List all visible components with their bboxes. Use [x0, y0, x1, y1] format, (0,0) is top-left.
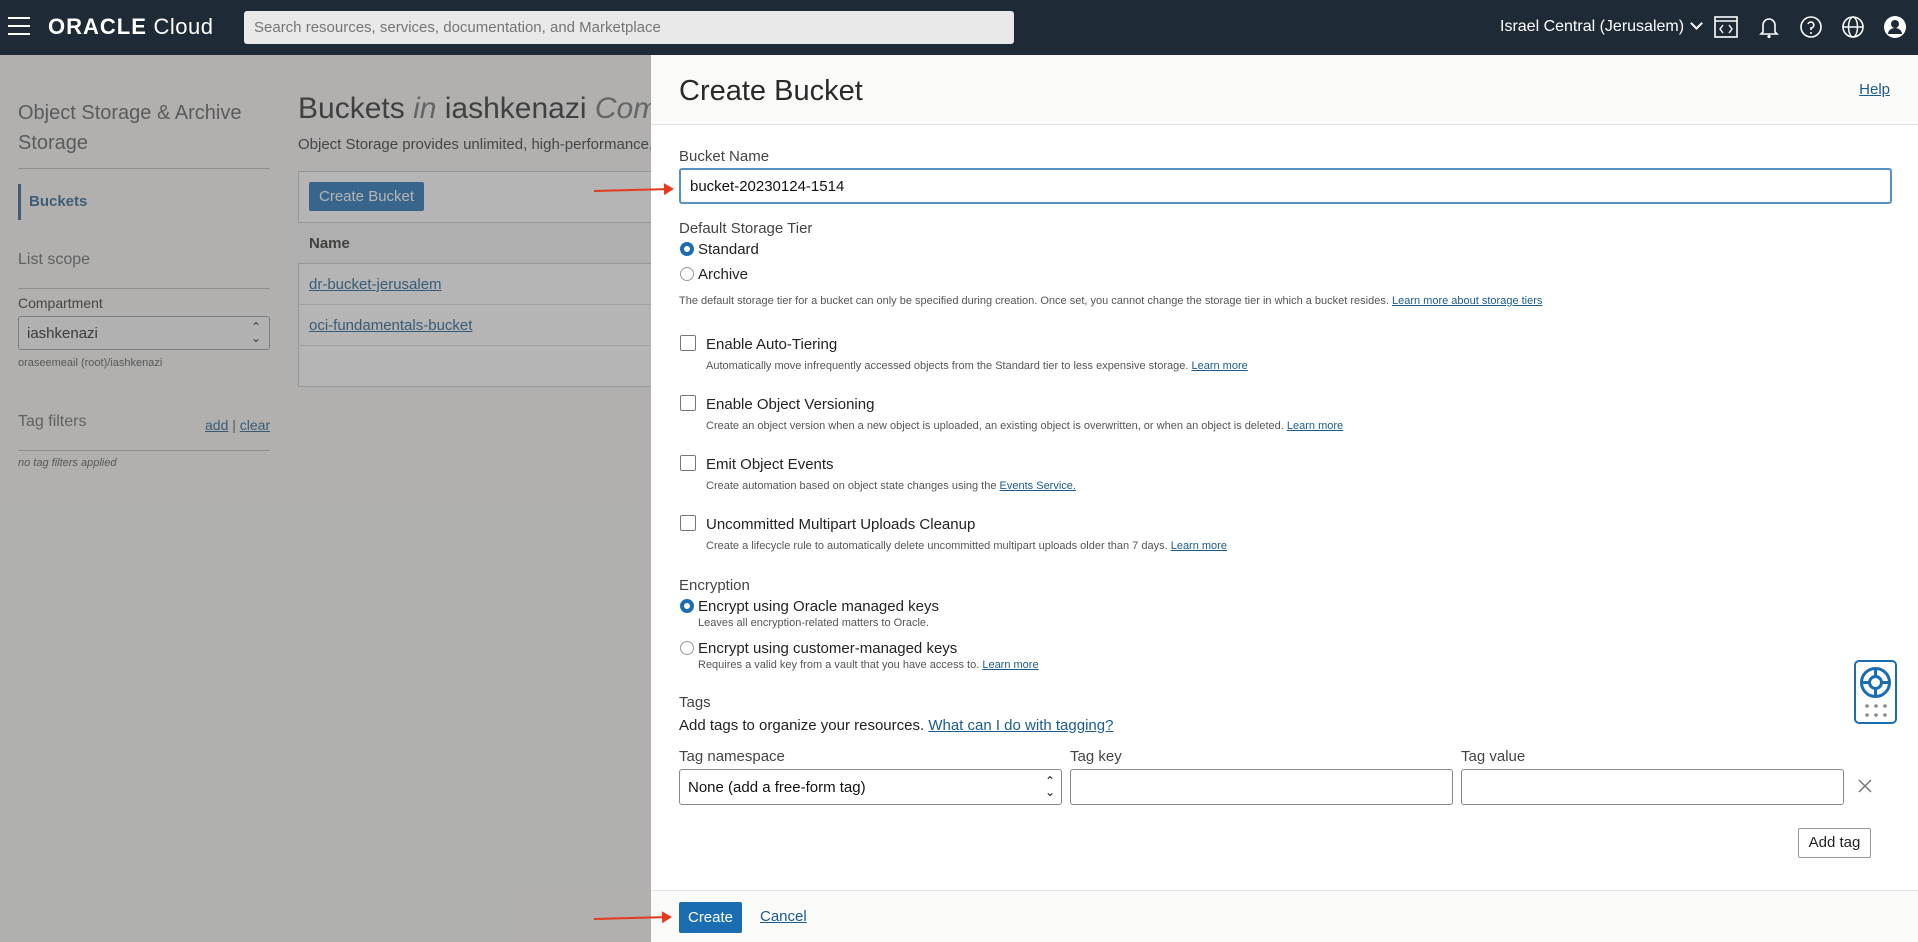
close-icon[interactable]: [1857, 778, 1873, 794]
learn-more-link[interactable]: Learn more: [982, 659, 1038, 671]
object-versioning-desc-text: Create an object version when a new obje…: [706, 420, 1284, 432]
top-navigation-bar: ORACLE Cloud Israel Central (Jerusalem): [0, 0, 1918, 55]
chevron-down-icon: [1690, 17, 1703, 30]
object-events-desc-text: Create automation based on object state …: [706, 480, 997, 492]
bell-icon[interactable]: [1756, 14, 1782, 40]
learn-more-link[interactable]: Learn more: [1287, 420, 1343, 432]
object-events-desc: Create automation based on object state …: [706, 480, 1076, 492]
learn-more-link[interactable]: Learn more: [1191, 360, 1247, 372]
region-selector[interactable]: Israel Central (Jerusalem): [1500, 17, 1703, 36]
encrypt-oracle-desc: Leaves all encryption-related matters to…: [698, 617, 930, 629]
brand-suffix: Cloud: [153, 14, 214, 39]
create-bucket-drawer: Create Bucket Help Bucket Name Default S…: [651, 55, 1918, 942]
object-versioning-label[interactable]: Enable Object Versioning: [706, 396, 874, 413]
encrypt-customer-desc-text: Requires a valid key from a vault that y…: [698, 659, 980, 671]
multipart-cleanup-desc-text: Create a lifecycle rule to automatically…: [706, 540, 1168, 552]
multipart-cleanup-checkbox[interactable]: [680, 515, 696, 531]
tier-standard-radio[interactable]: [680, 242, 694, 256]
tag-value-label: Tag value: [1461, 748, 1526, 765]
lifebuoy-icon: [1860, 667, 1891, 698]
tags-desc-text: Add tags to organize your resources.: [679, 717, 925, 734]
encrypt-customer-label[interactable]: Encrypt using customer-managed keys: [698, 640, 957, 657]
tag-namespace-label: Tag namespace: [679, 748, 785, 765]
help-icon[interactable]: [1798, 14, 1824, 40]
code-editor-icon[interactable]: [1713, 14, 1739, 40]
object-events-checkbox[interactable]: [680, 455, 696, 471]
tier-standard-label[interactable]: Standard: [698, 241, 759, 258]
object-versioning-desc: Create an object version when a new obje…: [706, 420, 1343, 432]
bucket-name-input[interactable]: [679, 168, 1892, 204]
multipart-cleanup-desc: Create a lifecycle rule to automatically…: [706, 540, 1227, 552]
encryption-label: Encryption: [679, 577, 750, 594]
storage-tiers-link[interactable]: Learn more about storage tiers: [1392, 295, 1542, 307]
object-versioning-checkbox[interactable]: [680, 395, 696, 411]
learn-more-link[interactable]: Learn more: [1171, 540, 1227, 552]
tier-archive-radio[interactable]: [680, 267, 694, 281]
cancel-link[interactable]: Cancel: [760, 908, 807, 925]
events-service-link[interactable]: Events Service.: [1000, 480, 1076, 492]
tags-label: Tags: [679, 694, 711, 711]
tags-desc: Add tags to organize your resources. Wha…: [679, 717, 1113, 734]
multipart-cleanup-label[interactable]: Uncommitted Multipart Uploads Cleanup: [706, 516, 975, 533]
brand-name: ORACLE: [48, 14, 147, 39]
encrypt-oracle-radio[interactable]: [680, 599, 694, 613]
globe-icon[interactable]: [1840, 14, 1866, 40]
modal-overlay[interactable]: [0, 55, 651, 942]
help-link[interactable]: Help: [1859, 81, 1890, 98]
hamburger-menu-icon[interactable]: [8, 17, 30, 37]
tag-key-label: Tag key: [1070, 748, 1122, 765]
encrypt-customer-desc: Requires a valid key from a vault that y…: [698, 659, 1039, 671]
drawer-title: Create Bucket: [679, 75, 863, 107]
auto-tiering-label[interactable]: Enable Auto-Tiering: [706, 336, 837, 353]
oracle-cloud-logo[interactable]: ORACLE Cloud: [48, 14, 214, 40]
drawer-header: Create Bucket Help: [651, 55, 1918, 125]
tag-namespace-value: None (add a free-form tag): [688, 779, 866, 796]
tag-value-input[interactable]: [1461, 769, 1844, 805]
tag-namespace-select[interactable]: None (add a free-form tag) ⌃ ⌄: [679, 769, 1062, 805]
drag-handle-icon[interactable]: [1864, 703, 1888, 719]
add-tag-button[interactable]: Add tag: [1798, 828, 1871, 858]
bucket-name-label: Bucket Name: [679, 148, 770, 165]
tag-key-input[interactable]: [1070, 769, 1453, 805]
tier-archive-label[interactable]: Archive: [698, 266, 748, 283]
help-widget[interactable]: [1854, 660, 1897, 724]
user-icon[interactable]: [1882, 14, 1908, 40]
drawer-footer: Create Cancel: [651, 890, 1918, 942]
object-events-label[interactable]: Emit Object Events: [706, 456, 834, 473]
tagging-help-link[interactable]: What can I do with tagging?: [928, 717, 1113, 734]
tier-note-text: The default storage tier for a bucket ca…: [679, 295, 1389, 307]
region-label: Israel Central (Jerusalem): [1500, 18, 1685, 35]
select-arrows-icon: ⌃ ⌄: [1044, 774, 1055, 799]
search-input[interactable]: [244, 11, 1014, 44]
tier-note: The default storage tier for a bucket ca…: [679, 295, 1542, 307]
storage-tier-label: Default Storage Tier: [679, 220, 813, 237]
auto-tiering-checkbox[interactable]: [680, 335, 696, 351]
encrypt-customer-radio[interactable]: [680, 641, 694, 655]
auto-tiering-desc: Automatically move infrequently accessed…: [706, 360, 1248, 372]
encrypt-oracle-label[interactable]: Encrypt using Oracle managed keys: [698, 598, 939, 615]
create-button[interactable]: Create: [679, 902, 742, 933]
auto-tiering-desc-text: Automatically move infrequently accessed…: [706, 360, 1189, 372]
